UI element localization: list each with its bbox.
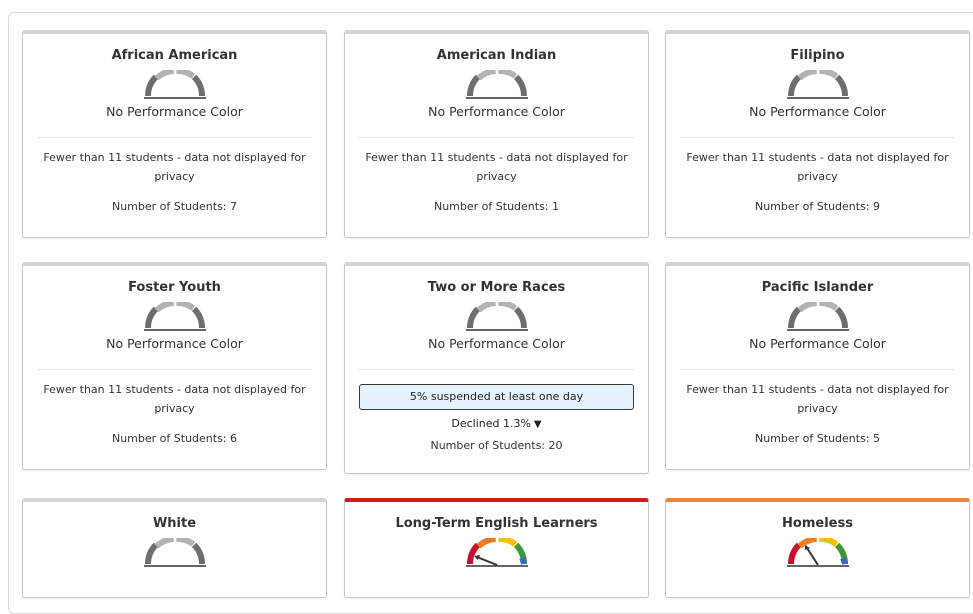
gauge-gray-icon — [143, 70, 206, 99]
suspension-rate-box: 5% suspended at least one day — [359, 384, 634, 410]
gauge-gray-icon — [143, 538, 206, 567]
group-title: Homeless — [782, 516, 853, 531]
divider — [359, 137, 634, 138]
divider — [37, 137, 312, 138]
group-title: Pacific Islander — [761, 280, 874, 295]
group-title: Filipino — [790, 48, 845, 63]
gauge-gray-icon — [786, 302, 849, 331]
divider — [359, 369, 634, 370]
group-card-filipino[interactable]: Filipino No Performance Color Fewer than… — [665, 30, 970, 238]
down-triangle-icon: ▼ — [533, 419, 542, 430]
student-count: Number of Students: 9 — [754, 200, 881, 213]
student-count: Number of Students: 7 — [111, 200, 238, 213]
performance-label: No Performance Color — [428, 104, 565, 119]
gauge-gray-icon — [465, 70, 528, 99]
group-card-african-american[interactable]: African American No Performance Color Fe… — [22, 30, 327, 238]
group-title: Long-Term English Learners — [395, 516, 598, 531]
group-card-foster-youth[interactable]: Foster Youth No Performance Color Fewer … — [22, 262, 327, 470]
performance-label: No Performance Color — [106, 104, 243, 119]
group-card-white[interactable]: White — [22, 498, 327, 598]
student-count: Number of Students: 1 — [433, 200, 560, 213]
divider — [680, 137, 955, 138]
student-count: Number of Students: 6 — [111, 432, 238, 445]
gauge-gray-icon — [143, 302, 206, 331]
change-label: Declined 1.3% — [451, 417, 531, 430]
group-title: African American — [111, 48, 238, 63]
gauge-gray-icon — [465, 302, 528, 331]
group-title: American Indian — [436, 48, 557, 63]
group-card-two-or-more-races[interactable]: Two or More Races No Performance Color 5… — [344, 262, 649, 474]
privacy-note: Fewer than 11 students - data not displa… — [365, 151, 628, 183]
gauge-orange-icon — [786, 538, 849, 567]
gauge-gray-icon — [786, 70, 849, 99]
group-title: Foster Youth — [128, 280, 221, 295]
privacy-note: Fewer than 11 students - data not displa… — [43, 383, 306, 415]
group-title: Two or More Races — [427, 280, 566, 295]
group-card-american-indian[interactable]: American Indian No Performance Color Few… — [344, 30, 649, 238]
performance-label: No Performance Color — [749, 104, 886, 119]
student-count: Number of Students: 20 — [430, 439, 563, 452]
student-count: Number of Students: 5 — [754, 432, 881, 445]
performance-label: No Performance Color — [106, 336, 243, 351]
divider — [37, 369, 312, 370]
privacy-note: Fewer than 11 students - data not displa… — [686, 383, 949, 415]
performance-label: No Performance Color — [749, 336, 886, 351]
group-title: White — [152, 516, 197, 531]
divider — [680, 369, 955, 370]
group-card-homeless[interactable]: Homeless — [665, 498, 970, 598]
privacy-note: Fewer than 11 students - data not displa… — [43, 151, 306, 183]
change-indicator: Declined 1.3% ▼ — [345, 417, 648, 431]
group-card-long-term-english-learners[interactable]: Long-Term English Learners — [344, 498, 649, 598]
performance-label: No Performance Color — [428, 336, 565, 351]
group-card-pacific-islander[interactable]: Pacific Islander No Performance Color Fe… — [665, 262, 970, 470]
privacy-note: Fewer than 11 students - data not displa… — [686, 151, 949, 183]
gauge-red-icon — [465, 538, 528, 567]
